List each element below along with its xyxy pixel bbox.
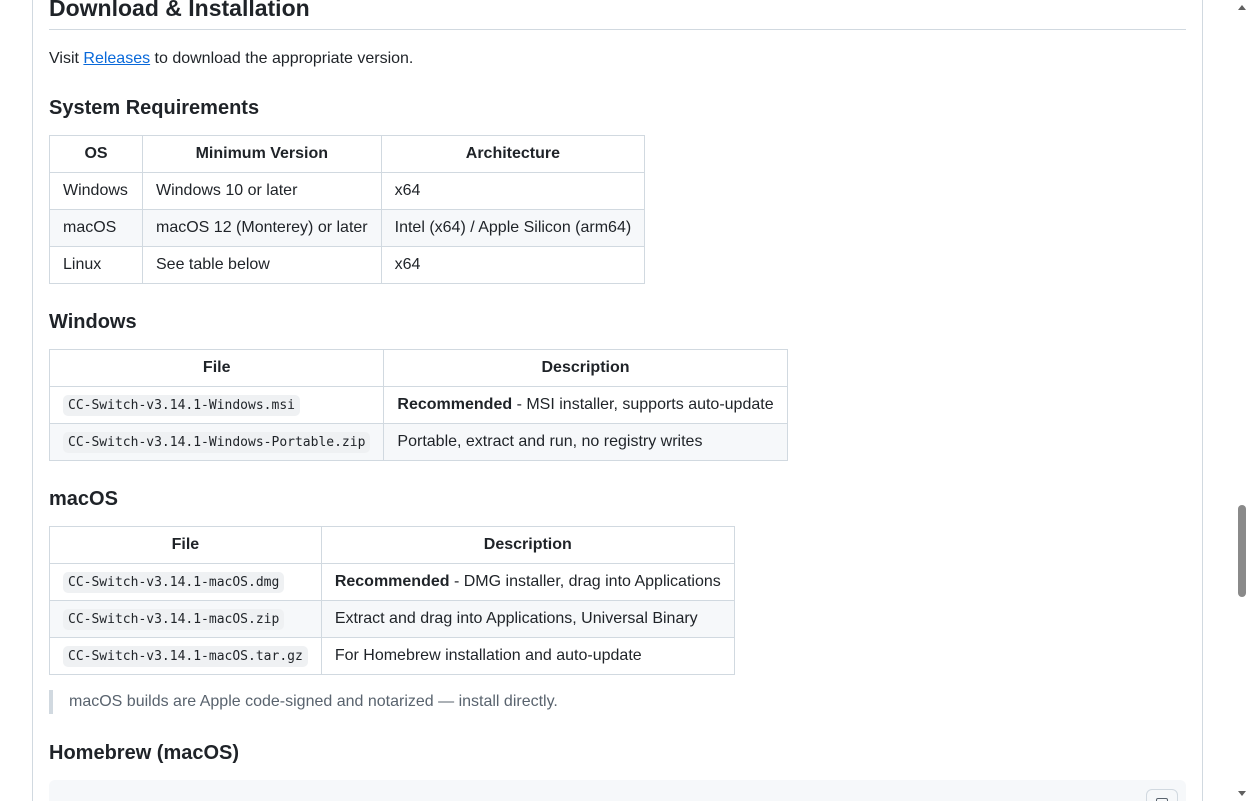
file-cell: CC-Switch-v3.14.1-Windows.msi [48, 386, 385, 424]
description-text: - DMG installer, drag into Applications [449, 573, 721, 590]
macos-files-table: File Description CC-Switch-v3.14.1-macOS… [49, 526, 735, 675]
description-text: Portable, extract and run, no registry w… [397, 433, 703, 450]
intro-text-before: Visit [49, 50, 84, 67]
os-cell: Windows [49, 172, 143, 210]
column-header-architecture: Architecture [380, 135, 646, 173]
column-header-description: Description [320, 526, 735, 564]
homebrew-heading: Homebrew (macOS) [49, 742, 240, 764]
table-row: CC-Switch-v3.14.1-macOS.zip Extract and … [49, 600, 735, 638]
table-row: macOS macOS 12 (Monterey) or later Intel… [49, 209, 646, 247]
description-cell: Recommended - MSI installer, supports au… [383, 386, 788, 424]
intro-paragraph: Visit Releases to download the appropria… [49, 47, 413, 71]
min-version-cell: See table below [142, 246, 382, 284]
os-cell: Linux [49, 246, 143, 284]
table-row: CC-Switch-v3.14.1-macOS.tar.gz For Homeb… [49, 637, 735, 675]
windows-files-table: File Description CC-Switch-v3.14.1-Windo… [48, 349, 788, 461]
releases-link[interactable]: Releases [83, 50, 150, 67]
file-cell: CC-Switch-v3.14.1-macOS.dmg [49, 563, 322, 601]
description-text: Extract and drag into Applications, Univ… [334, 610, 698, 627]
file-name-code: CC-Switch-v3.14.1-Windows-Portable.zip [63, 432, 371, 453]
architecture-cell: Intel (x64) / Apple Silicon (arm64) [380, 209, 646, 247]
architecture-cell: x64 [380, 246, 646, 284]
os-cell: macOS [49, 209, 143, 247]
windows-heading: Windows [49, 311, 137, 333]
file-cell: CC-Switch-v3.14.1-macOS.zip [49, 600, 322, 638]
file-cell: CC-Switch-v3.14.1-Windows-Portable.zip [48, 423, 385, 461]
file-name-code: CC-Switch-v3.14.1-macOS.zip [63, 609, 285, 630]
recommended-label: Recommended [334, 573, 450, 590]
scrollbar-thumb[interactable] [1238, 505, 1246, 597]
table-row: Windows Windows 10 or later x64 [49, 172, 646, 210]
description-cell: Portable, extract and run, no registry w… [383, 423, 788, 461]
intro-text-after: to download the appropriate version. [150, 50, 414, 67]
description-cell: Extract and drag into Applications, Univ… [320, 600, 735, 638]
description-text: For Homebrew installation and auto-updat… [334, 647, 642, 664]
column-header-os: OS [49, 135, 143, 173]
description-cell: Recommended - DMG installer, drag into A… [320, 563, 735, 601]
file-name-code: CC-Switch-v3.14.1-macOS.dmg [63, 572, 285, 593]
table-row: Linux See table below x64 [49, 246, 646, 284]
file-cell: CC-Switch-v3.14.1-macOS.tar.gz [49, 637, 322, 675]
vertical-scrollbar[interactable] [1234, 0, 1250, 801]
min-version-cell: Windows 10 or later [142, 172, 382, 210]
file-name-code: CC-Switch-v3.14.1-macOS.tar.gz [63, 646, 308, 667]
description-text: - MSI installer, supports auto-update [512, 396, 774, 413]
macos-signing-note: macOS builds are Apple code-signed and n… [49, 690, 558, 714]
file-name-code: CC-Switch-v3.14.1-Windows.msi [63, 395, 300, 416]
column-header-minimum-version: Minimum Version [142, 135, 382, 173]
scroll-up-arrow-icon[interactable] [1238, 5, 1246, 10]
column-header-description: Description [383, 349, 788, 387]
table-row: CC-Switch-v3.14.1-macOS.dmg Recommended … [49, 563, 735, 601]
section-title: Download & Installation [49, 0, 1186, 30]
description-cell: For Homebrew installation and auto-updat… [320, 637, 735, 675]
macos-heading: macOS [49, 488, 118, 510]
column-header-file: File [48, 349, 385, 387]
system-requirements-heading: System Requirements [49, 97, 260, 119]
recommended-label: Recommended [397, 396, 513, 413]
homebrew-code-block [49, 780, 1186, 801]
page: Download & Installation Visit Releases t… [0, 0, 1250, 801]
min-version-cell: macOS 12 (Monterey) or later [142, 209, 382, 247]
scroll-down-arrow-icon[interactable] [1238, 791, 1246, 796]
table-row: CC-Switch-v3.14.1-Windows.msi Recommende… [48, 386, 788, 424]
column-header-file: File [49, 526, 322, 564]
system-requirements-table: OS Minimum Version Architecture Windows … [49, 135, 646, 284]
table-row: CC-Switch-v3.14.1-Windows-Portable.zip P… [48, 423, 788, 461]
architecture-cell: x64 [380, 172, 646, 210]
copy-button[interactable] [1146, 789, 1178, 801]
